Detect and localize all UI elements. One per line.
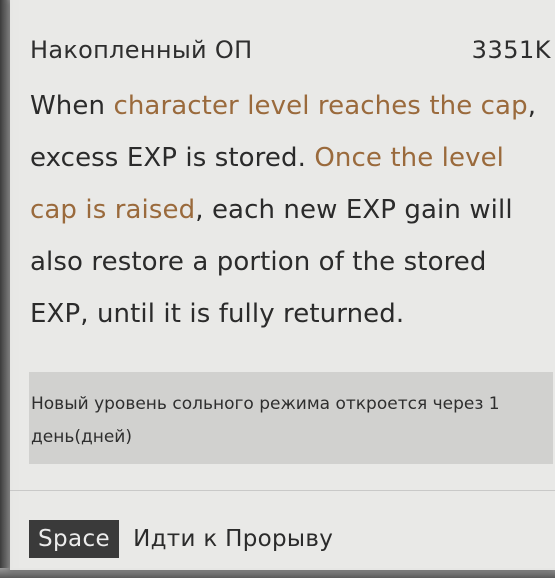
go-to-breakthrough-label[interactable]: Идти к Прорыву [133, 526, 333, 552]
footer-divider [10, 490, 555, 491]
description-highlight-level-cap: character level reaches the cap [113, 91, 528, 121]
solo-level-notice-text: Новый уровень сольного режима откроется … [31, 394, 500, 447]
space-key-badge[interactable]: Space [29, 520, 120, 558]
description-text: When [30, 91, 114, 121]
accumulated-exp-value: 3351K [471, 36, 551, 64]
breakthrough-action[interactable]: Space Идти к Прорыву [29, 520, 333, 558]
exp-description: When character level reaches the cap, ex… [30, 80, 548, 340]
solo-level-notice: Новый уровень сольного режима откроется … [29, 372, 553, 464]
exp-tooltip-panel: Накопленный ОП 3351K When character leve… [10, 0, 555, 570]
accumulated-exp-header: Накопленный ОП 3351K [30, 30, 551, 70]
accumulated-exp-label: Накопленный ОП [30, 36, 253, 64]
